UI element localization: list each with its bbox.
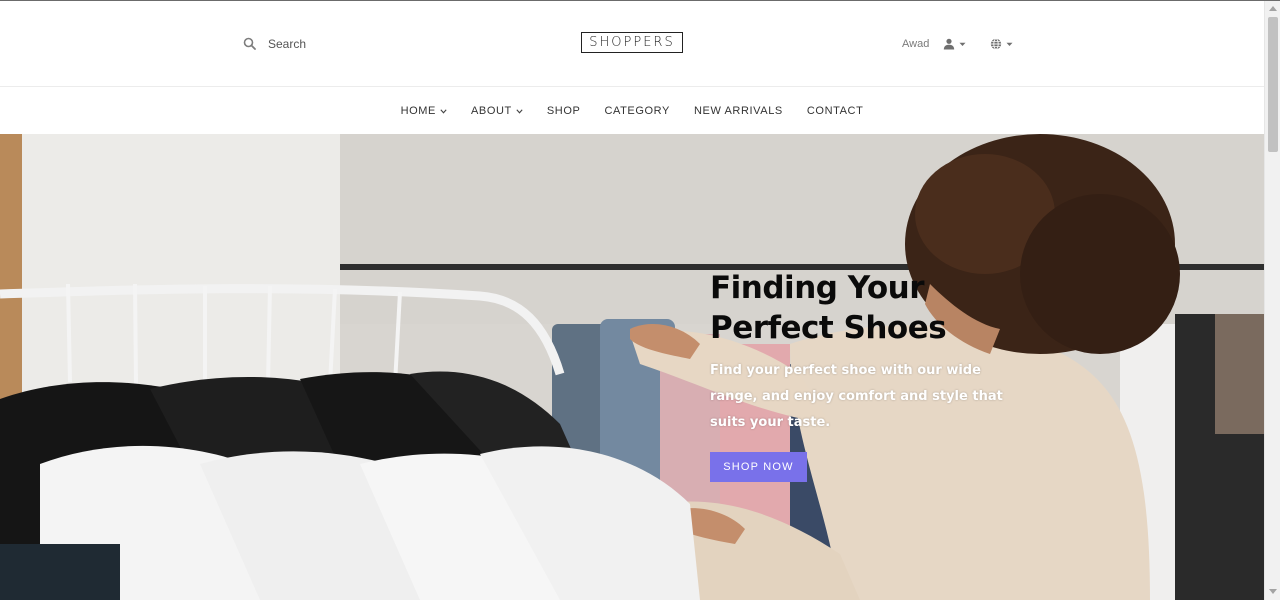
nav-item-label: ABOUT [470, 105, 512, 117]
search-icon[interactable] [242, 36, 258, 52]
scroll-down-arrow-icon[interactable] [1269, 589, 1277, 594]
nav-item-home[interactable]: HOME [401, 105, 447, 117]
search-bar[interactable] [242, 35, 388, 53]
nav-item-category[interactable]: CATEGORY [604, 105, 670, 117]
site-header: SHOPPERS Awad [0, 1, 1264, 87]
hero-title-line-2: Perfect Shoes [710, 310, 947, 346]
scroll-up-arrow-icon[interactable] [1269, 6, 1277, 11]
hero-title-line-1: Finding Your [710, 270, 925, 306]
chevron-down-icon [440, 108, 447, 114]
site-logo[interactable]: SHOPPERS [581, 32, 683, 53]
user-area: Awad [902, 35, 1013, 53]
nav-item-label: SHOP [546, 105, 581, 117]
search-input[interactable] [268, 37, 388, 51]
page: SHOPPERS Awad [0, 0, 1280, 600]
hero-banner: Finding Your Perfect Shoes Find your per… [0, 134, 1264, 600]
username-label: Awad [902, 38, 930, 50]
language-menu-toggle[interactable] [990, 38, 1013, 50]
nav-item-new-arrivals[interactable]: NEW ARRIVALS [694, 105, 783, 117]
nav-item-label: CATEGORY [604, 105, 670, 117]
nav-item-label: NEW ARRIVALS [693, 105, 783, 117]
caret-down-icon [959, 42, 966, 46]
nav-item-label: HOME [400, 105, 436, 117]
page-scrollbar[interactable] [1264, 1, 1280, 600]
hero-background-image [0, 134, 1264, 600]
hero-description: Find your perfect shoe with our wide ran… [710, 363, 1003, 430]
globe-icon [991, 38, 1002, 50]
hero-title: Finding Your Perfect Shoes [710, 268, 1020, 348]
nav-item-contact[interactable]: CONTACT [807, 105, 864, 117]
user-menu-toggle[interactable] [943, 38, 966, 50]
caret-down-icon [1006, 42, 1013, 46]
scroll-thumb[interactable] [1268, 17, 1278, 152]
shop-now-button[interactable]: SHOP NOW [710, 452, 807, 482]
chevron-down-icon [516, 108, 523, 114]
logo-text: SHOPPERS [589, 35, 675, 50]
user-icon [944, 38, 955, 50]
nav-item-label: CONTACT [806, 105, 864, 117]
nav-item-shop[interactable]: SHOP [547, 105, 581, 117]
main-nav: HOME ABOUT SHOP CATEGORY NEW ARRIVALS CO… [0, 88, 1264, 134]
nav-item-about[interactable]: ABOUT [471, 105, 523, 117]
hero-content: Finding Your Perfect Shoes Find your per… [710, 268, 1020, 482]
